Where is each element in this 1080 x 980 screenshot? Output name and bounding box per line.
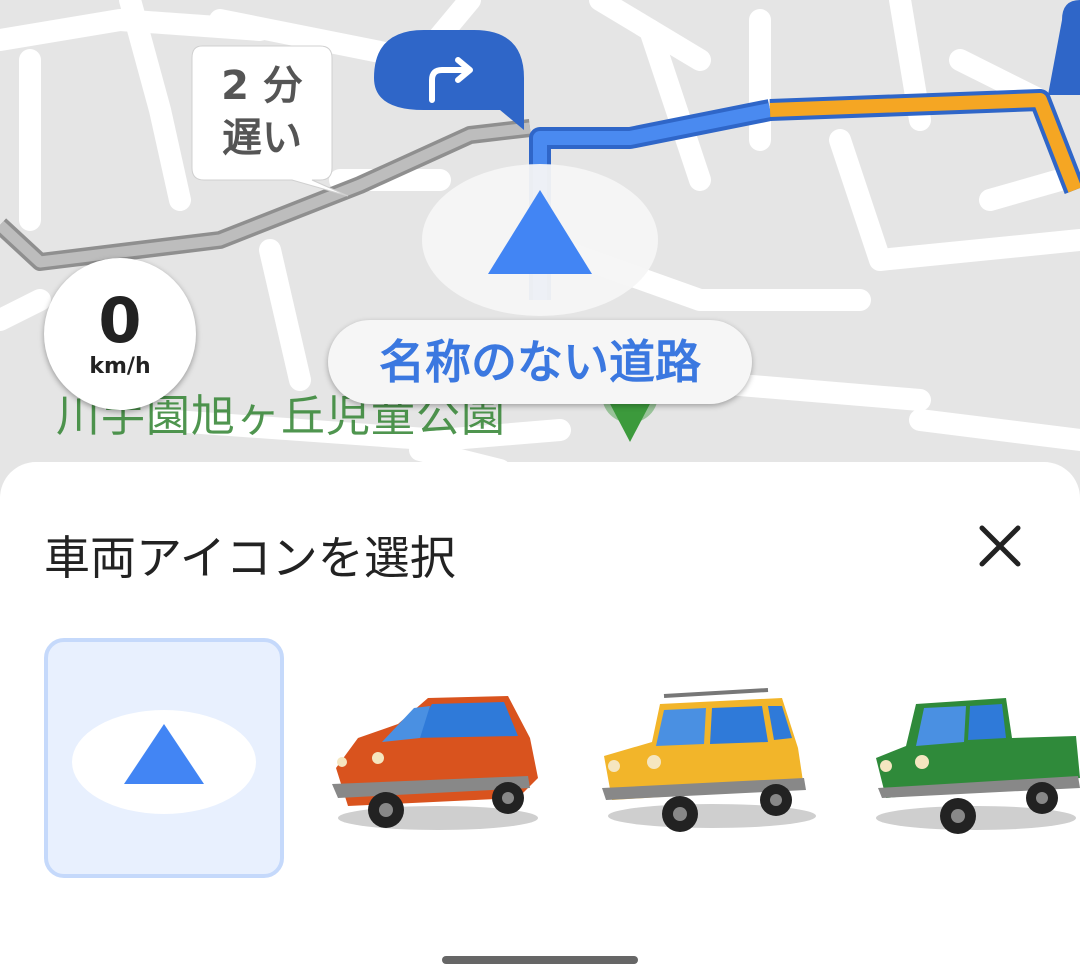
vehicle-option-arrow[interactable] [44, 638, 284, 878]
delay-label-line2: 遅い [222, 115, 302, 161]
vehicle-option-suv[interactable] [592, 638, 832, 878]
speed-unit: km/h [89, 354, 151, 379]
turn-right-icon[interactable] [420, 48, 480, 108]
red-sedan-icon [332, 696, 538, 830]
green-pickup-truck-icon [876, 698, 1080, 834]
navigation-arrow-icon [72, 710, 256, 814]
vehicle-option-pickup[interactable] [866, 638, 1080, 878]
yellow-suv-icon [602, 688, 816, 832]
sheet-title: 車両アイコンを選択 [44, 531, 456, 585]
vehicle-option-sedan[interactable] [318, 638, 558, 878]
road-name-label: 名称のない道路 [328, 320, 752, 404]
vehicle-icon-sheet: 車両アイコンを選択 [0, 462, 1080, 980]
speedometer: 0 km/h [44, 258, 196, 410]
navigation-map[interactable]: 川手園旭ヶ丘児童公園 2 分 遅い 0 km/h 名称のない道路 [0, 0, 1080, 520]
delay-label-line1: 2 分 [221, 63, 303, 109]
close-icon [979, 525, 1021, 567]
close-button[interactable] [972, 518, 1028, 574]
speed-value: 0 [98, 284, 142, 357]
home-indicator[interactable] [442, 956, 638, 964]
delay-callout[interactable]: 2 分 遅い [192, 46, 332, 180]
